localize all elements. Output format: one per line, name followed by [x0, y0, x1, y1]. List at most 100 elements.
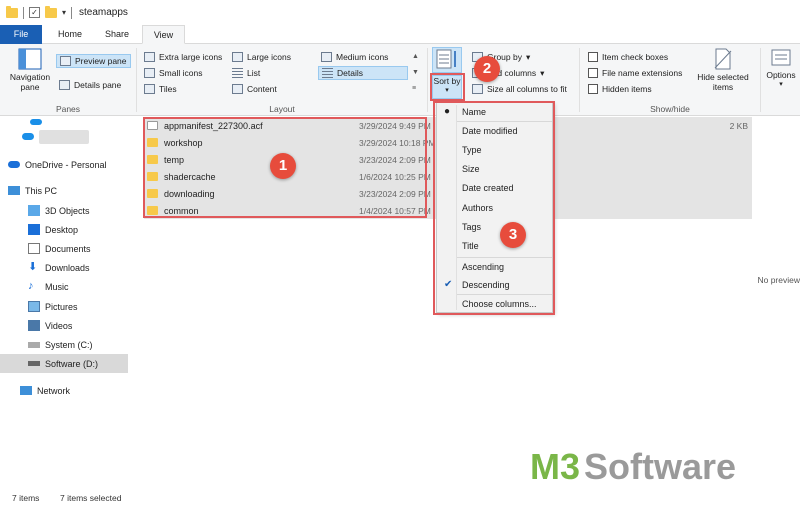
nav-item-software-d[interactable]: Software (D:) [0, 354, 128, 373]
annotation-badge-1: 1 [270, 153, 296, 179]
nav-item-downloads[interactable]: ⬇ Downloads [0, 258, 128, 277]
layout-small-icons[interactable]: Small icons [144, 66, 202, 80]
large-icons-icon [232, 52, 243, 62]
size-all-columns-icon [472, 84, 483, 94]
documents-icon [28, 243, 40, 254]
tiles-icon [144, 84, 155, 94]
nav-item-desktop[interactable]: Desktop [0, 220, 128, 239]
details-label: Details [337, 68, 363, 78]
watermark-m3: M3 [530, 446, 581, 487]
nav-item-videos[interactable]: Videos [0, 316, 128, 335]
tab-file[interactable]: File [0, 25, 42, 44]
layout-content[interactable]: Content [232, 82, 277, 96]
item-check-boxes-checkbox[interactable] [588, 52, 598, 62]
ribbon: Navigation pane Preview pane Details pan… [0, 44, 800, 116]
nav-item-account[interactable] [0, 127, 128, 146]
options-label: Options [766, 70, 796, 80]
account-blurred [39, 129, 89, 144]
nav-label-software-d: Software (D:) [45, 358, 99, 369]
preview-pane-label: Preview pane [75, 56, 127, 66]
ribbon-separator-2 [427, 48, 428, 112]
details-icon [322, 68, 333, 78]
navigation-pane: OneDrive - Personal This PC 3D Objects D… [0, 117, 128, 489]
annotation-badge-3: 3 [500, 222, 526, 248]
details-pane-icon [59, 80, 70, 90]
watermark-software: Software [584, 446, 737, 487]
nav-label-desktop: Desktop [45, 224, 79, 235]
medium-icons-icon [321, 52, 332, 62]
drive-icon [28, 361, 40, 366]
title-separator-2 [71, 6, 73, 19]
nav-item-music[interactable]: ♪ Music [0, 277, 128, 296]
file-name-extensions-checkbox[interactable] [588, 68, 598, 78]
ribbon-separator-4 [760, 48, 761, 112]
ribbon-separator-3 [579, 48, 580, 112]
watermark: M3 Software [530, 447, 736, 487]
music-icon: ♪ [28, 280, 34, 292]
list-label: List [247, 68, 261, 78]
sort-by-highlight [430, 73, 465, 101]
nav-label-onedrive: OneDrive - Personal [25, 159, 107, 170]
sort-by-icon-area[interactable] [432, 47, 462, 73]
add-columns-chevron-icon: ▾ [540, 68, 545, 78]
properties-icon[interactable]: ✓ [29, 7, 40, 18]
options-button[interactable]: Options ▾ [762, 48, 800, 90]
hidden-items-toggle[interactable]: Hidden items [588, 82, 652, 96]
preview-pane-icon [60, 56, 71, 66]
layout-medium-icons[interactable]: Medium icons [321, 50, 388, 64]
preview-pane-button[interactable]: Preview pane [56, 54, 131, 68]
tab-home[interactable]: Home [46, 25, 94, 44]
computer-icon [8, 186, 20, 195]
nav-item-3d-objects[interactable]: 3D Objects [0, 201, 128, 220]
layout-scroll-up[interactable]: ▲ [412, 50, 419, 64]
layout-details[interactable]: Details [318, 66, 408, 80]
nav-item-system-c[interactable]: System (C:) [0, 335, 128, 354]
nav-item-network[interactable]: Network [0, 381, 128, 400]
item-count: 7 items [12, 493, 40, 503]
layout-list[interactable]: List [232, 66, 260, 80]
large-icons-label: Large icons [247, 52, 291, 62]
tab-view[interactable]: View [142, 25, 185, 44]
navigation-pane-label: Navigation pane [9, 72, 51, 92]
size-all-columns-button[interactable]: Size all columns to fit [472, 82, 567, 96]
customize-quick-access-icon[interactable]: ▾ [62, 8, 66, 17]
nav-label-3d-objects: 3D Objects [45, 205, 90, 216]
desktop-icon [28, 224, 40, 235]
ribbon-tabs: File Home Share View [0, 25, 800, 44]
file-name-extensions-toggle[interactable]: File name extensions [588, 66, 682, 80]
navigation-pane-button[interactable]: Navigation pane [6, 48, 54, 92]
tab-share[interactable]: Share [94, 25, 140, 44]
nav-item-cloud[interactable] [0, 117, 128, 127]
nav-item-pictures[interactable]: Pictures [0, 297, 128, 316]
file-size: 2 KB [729, 120, 748, 131]
pictures-icon [28, 301, 40, 312]
cube-icon [28, 205, 40, 216]
cloud-icon [22, 133, 34, 140]
title-bar: ✓ ▾ steamapps [0, 0, 800, 25]
hide-selected-items-button[interactable]: Hide selected items [692, 48, 754, 92]
nav-item-documents[interactable]: Documents [0, 239, 128, 258]
small-icons-label: Small icons [159, 68, 203, 78]
window-title: steamapps [79, 7, 128, 18]
nav-item-onedrive[interactable]: OneDrive - Personal [0, 155, 128, 174]
layout-tiles[interactable]: Tiles [144, 82, 177, 96]
details-pane-button[interactable]: Details pane [59, 78, 121, 92]
item-check-boxes-toggle[interactable]: Item check boxes [588, 50, 668, 64]
layout-group-label: Layout [269, 104, 295, 114]
show-hide-group-label: Show/hide [650, 104, 690, 114]
layout-scroll-down[interactable]: ▼ [412, 66, 419, 80]
options-icon [771, 49, 791, 66]
layout-large-icons[interactable]: Large icons [232, 50, 291, 64]
tiles-label: Tiles [159, 84, 177, 94]
nav-item-this-pc[interactable]: This PC [0, 181, 128, 200]
layout-more[interactable]: ≡ [412, 82, 416, 96]
cloud-icon [30, 119, 42, 125]
ribbon-separator [136, 48, 137, 112]
extra-large-icons-icon [144, 52, 155, 62]
nav-label-network: Network [37, 385, 71, 396]
hidden-items-checkbox[interactable] [588, 84, 598, 94]
nav-label-pictures: Pictures [45, 301, 78, 312]
new-folder-icon[interactable] [45, 5, 57, 18]
nav-label-videos: Videos [45, 320, 73, 331]
layout-extra-large-icons[interactable]: Extra large icons [144, 50, 222, 64]
